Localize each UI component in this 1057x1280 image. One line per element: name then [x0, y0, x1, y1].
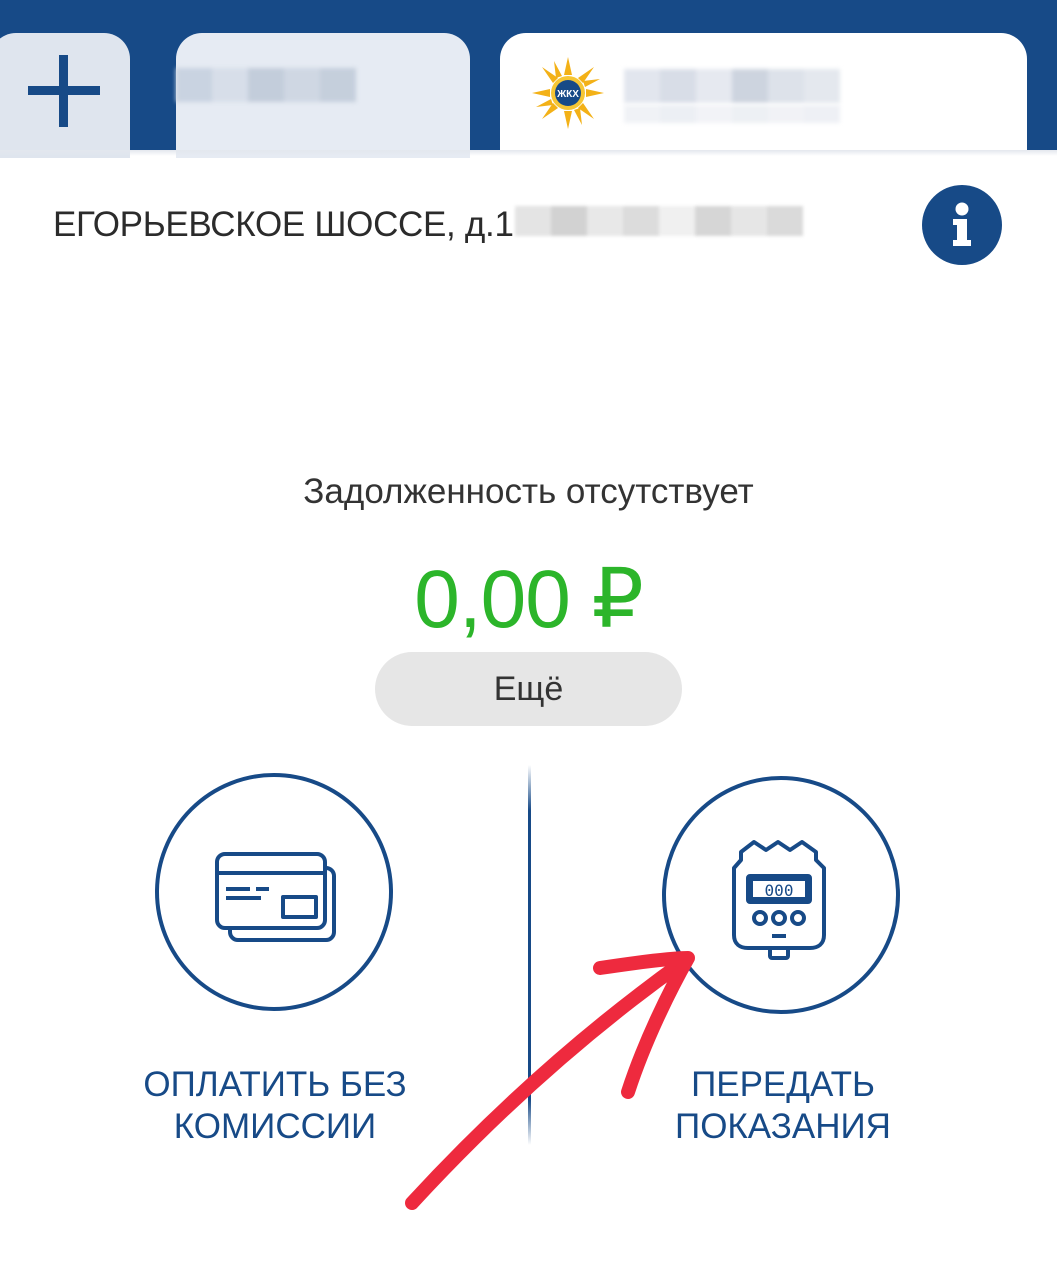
submit-meter-readings-label[interactable]: ПЕРЕДАТЬ ПОКАЗАНИЯ — [633, 1064, 933, 1148]
redacted-account-name — [176, 68, 356, 102]
meter-label-line1: ПЕРЕДАТЬ — [691, 1065, 875, 1104]
pay-label-line2: КОМИССИИ — [173, 1107, 377, 1146]
add-account-tab[interactable] — [0, 33, 130, 158]
debt-status-text: Задолженность отсутствует — [303, 472, 754, 511]
credit-card-icon — [215, 852, 336, 942]
meter-display-digits: 000 — [765, 881, 794, 900]
logo-text: ЖКХ — [556, 89, 579, 100]
submit-meter-readings-button[interactable]: 000 — [662, 776, 900, 1014]
meter-icon: 000 — [732, 840, 826, 960]
redacted-account-name — [624, 69, 840, 103]
redacted-account-subtitle — [624, 105, 840, 123]
info-icon — [953, 202, 971, 246]
redacted-address — [515, 206, 803, 236]
actions-divider — [528, 765, 531, 1145]
account-address: ЕГОРЬЕВСКОЕ ШОССЕ, д.1 — [53, 205, 514, 244]
account-tab-active[interactable]: ЖКХ — [500, 33, 1027, 158]
meter-label-line2: ПОКАЗАНИЯ — [675, 1107, 891, 1146]
tab-bar-shadow — [0, 150, 1057, 156]
more-button[interactable]: Ещё — [375, 652, 682, 726]
pay-label-line1: ОПЛАТИТЬ БЕЗ — [143, 1065, 407, 1104]
balance-amount: 0,00 ₽ — [414, 554, 644, 645]
top-tab-bar: ЖКХ — [0, 0, 1057, 158]
pay-without-commission-button[interactable] — [155, 773, 393, 1011]
account-tab-2[interactable] — [176, 33, 470, 158]
pay-without-commission-label[interactable]: ОПЛАТИТЬ БЕЗ КОМИССИИ — [110, 1064, 440, 1148]
info-button[interactable] — [922, 185, 1002, 265]
plus-icon — [28, 55, 100, 127]
utility-sun-logo: ЖКХ — [532, 57, 604, 129]
